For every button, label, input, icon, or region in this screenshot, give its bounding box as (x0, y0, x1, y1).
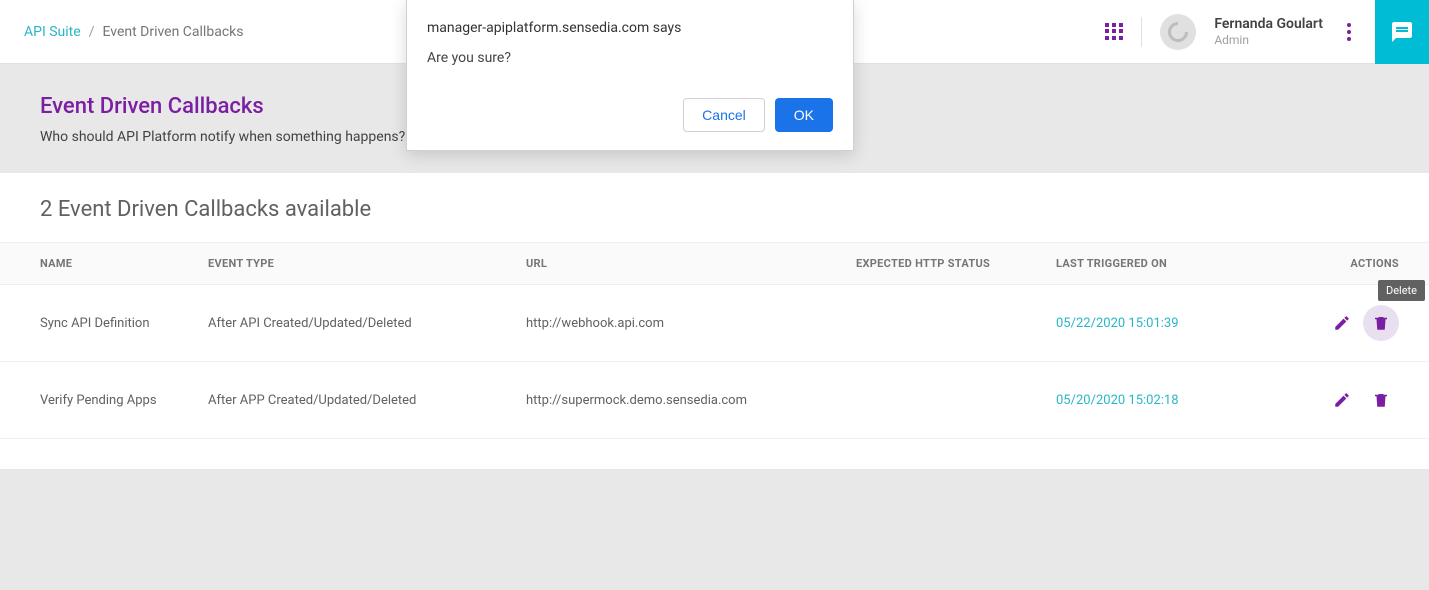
kebab-menu-icon[interactable] (1341, 17, 1357, 47)
panel-title: 2 Event Driven Callbacks available (0, 173, 1429, 242)
cell-name: Sync API Definition (0, 285, 200, 362)
table-header-row: NAME EVENT TYPE URL EXPECTED HTTP STATUS… (0, 243, 1429, 285)
user-name: Fernanda Goulart (1214, 16, 1323, 33)
th-last-triggered: LAST TRIGGERED ON (1048, 243, 1288, 285)
cell-last-triggered: 05/22/2020 15:01:39 (1048, 285, 1288, 362)
th-event-type: EVENT TYPE (200, 243, 518, 285)
avatar-spinner-icon (1164, 17, 1192, 45)
user-role: Admin (1214, 33, 1323, 47)
top-bar-right: Fernanda Goulart Admin (1105, 0, 1405, 64)
th-url: URL (518, 243, 848, 285)
breadcrumb: API Suite / Event Driven Callbacks (24, 24, 243, 40)
chat-button[interactable] (1375, 0, 1429, 64)
cell-url: http://supermock.demo.sensedia.com (518, 362, 848, 439)
chat-icon (1390, 20, 1414, 44)
th-actions: ACTIONS (1288, 243, 1429, 285)
edit-button[interactable] (1324, 305, 1360, 341)
delete-button[interactable] (1363, 305, 1399, 341)
trash-icon (1372, 314, 1390, 332)
user-info: Fernanda Goulart Admin (1214, 16, 1323, 47)
ok-button[interactable]: OK (775, 98, 833, 132)
cell-expected-status (848, 362, 1048, 439)
cell-event-type: After APP Created/Updated/Deleted (200, 362, 518, 439)
cell-event-type: After API Created/Updated/Deleted (200, 285, 518, 362)
cancel-button[interactable]: Cancel (683, 98, 765, 132)
breadcrumb-root[interactable]: API Suite (24, 24, 81, 40)
dialog-host: manager-apiplatform.sensedia.com says (427, 20, 833, 36)
th-expected-status: EXPECTED HTTP STATUS (848, 243, 1048, 285)
pencil-icon (1333, 314, 1351, 332)
breadcrumb-separator: / (89, 24, 95, 40)
cell-expected-status (848, 285, 1048, 362)
pencil-icon (1333, 391, 1351, 409)
divider (1141, 17, 1142, 47)
apps-icon[interactable] (1105, 23, 1123, 41)
table-row: Verify Pending Apps After APP Created/Up… (0, 362, 1429, 439)
avatar[interactable] (1160, 14, 1196, 50)
th-name: NAME (0, 243, 200, 285)
cell-actions (1288, 362, 1429, 439)
delete-button[interactable] (1363, 382, 1399, 418)
dialog-actions: Cancel OK (427, 98, 833, 132)
delete-tooltip: Delete (1378, 280, 1425, 301)
cell-last-triggered: 05/20/2020 15:02:18 (1048, 362, 1288, 439)
cell-name: Verify Pending Apps (0, 362, 200, 439)
dialog-message: Are you sure? (427, 50, 833, 66)
confirm-dialog: manager-apiplatform.sensedia.com says Ar… (406, 0, 854, 151)
trash-icon (1372, 391, 1390, 409)
edit-button[interactable] (1324, 382, 1360, 418)
table-row: Sync API Definition After API Created/Up… (0, 285, 1429, 362)
breadcrumb-current: Event Driven Callbacks (102, 24, 243, 40)
callbacks-table: NAME EVENT TYPE URL EXPECTED HTTP STATUS… (0, 242, 1429, 439)
content-panel: 2 Event Driven Callbacks available NAME … (0, 173, 1429, 469)
cell-url: http://webhook.api.com (518, 285, 848, 362)
